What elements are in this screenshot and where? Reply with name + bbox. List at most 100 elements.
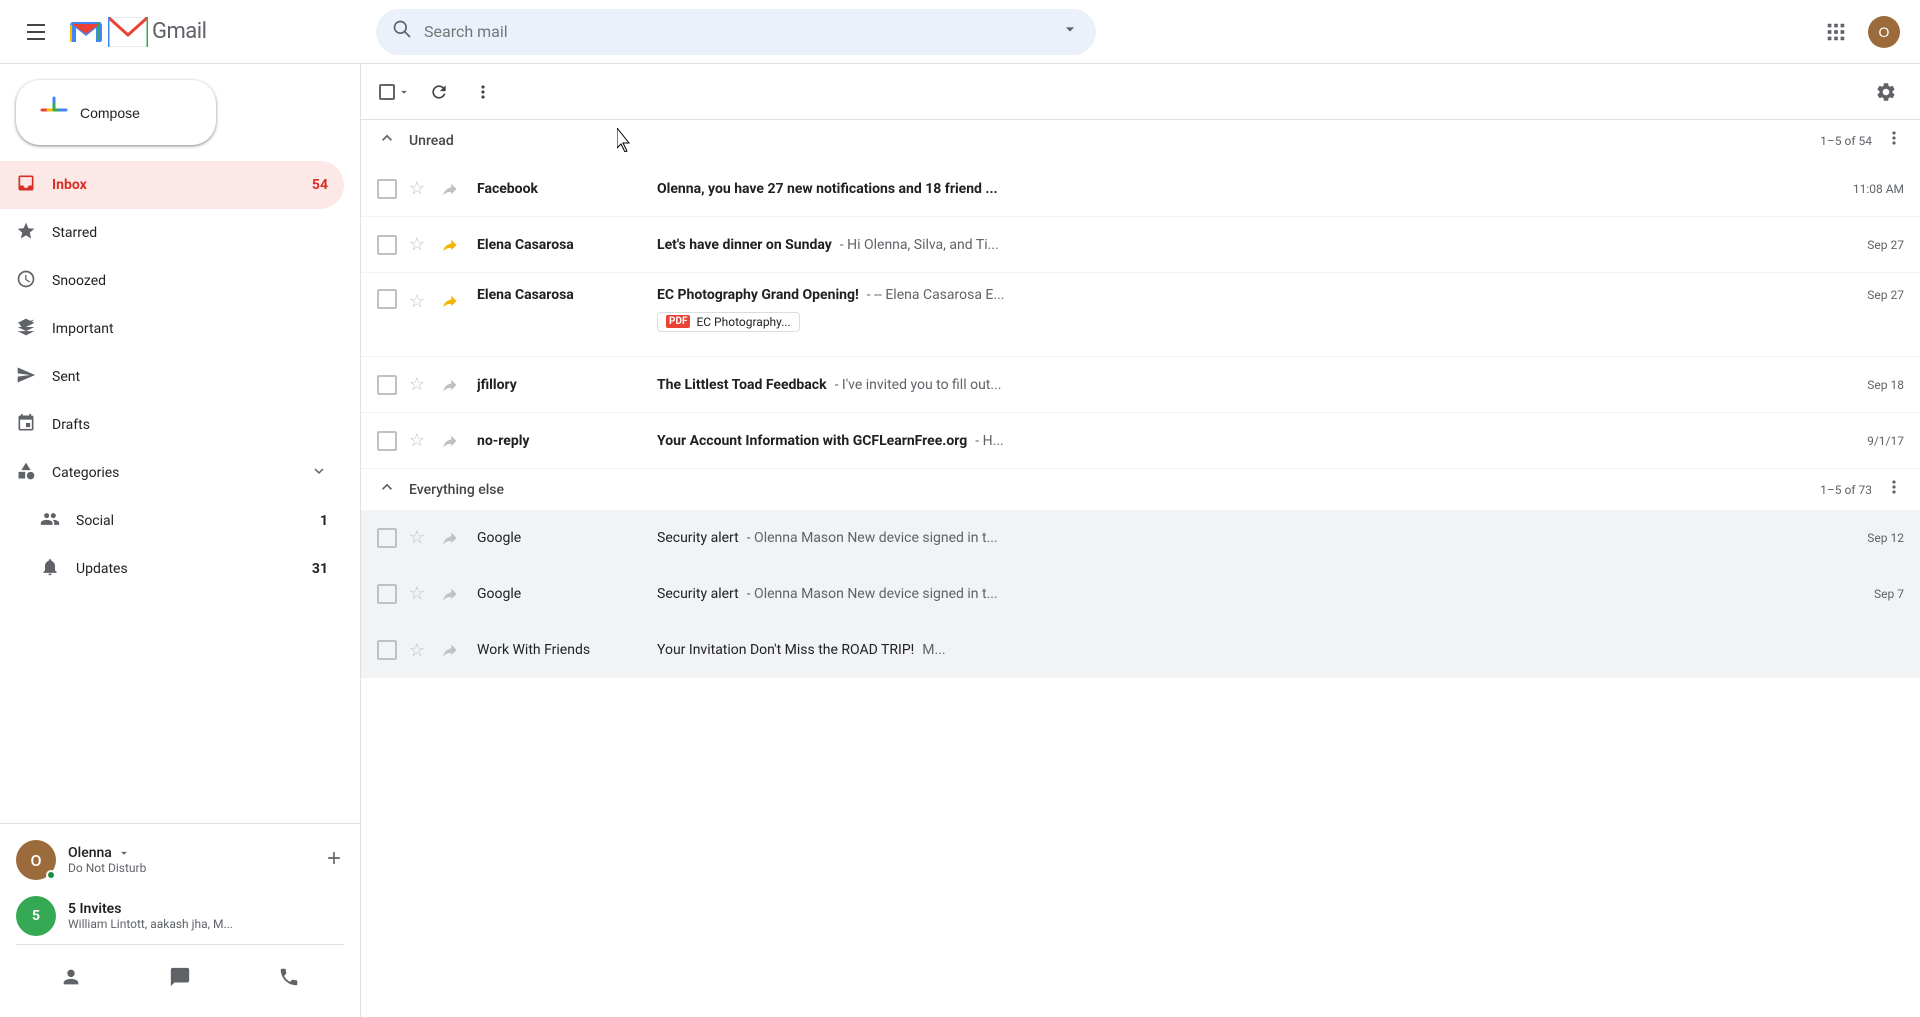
email-checkbox-1[interactable]	[377, 179, 397, 199]
refresh-button[interactable]	[421, 74, 457, 110]
sidebar-item-important[interactable]: Important	[0, 305, 344, 353]
invites-title: 5 Invites	[68, 901, 344, 917]
more-button[interactable]	[465, 74, 501, 110]
sidebar-item-starred[interactable]: Starred	[0, 209, 344, 257]
compose-button[interactable]: Compose	[16, 80, 216, 145]
apps-button[interactable]	[1816, 12, 1856, 52]
sidebar-item-categories[interactable]: Categories	[0, 449, 344, 497]
invites-avatar: 5	[16, 896, 56, 936]
unread-collapse-icon[interactable]	[377, 128, 397, 153]
email-sender-8: Work With Friends	[477, 642, 657, 658]
email-subject-8: Your Invitation Don't Miss the ROAD TRIP…	[657, 642, 914, 658]
account-button[interactable]: O	[1864, 12, 1904, 52]
menu-button[interactable]	[16, 12, 56, 52]
email-subject-5: Your Account Information with GCFLearnFr…	[657, 433, 967, 449]
star-button-4[interactable]: ☆	[405, 373, 429, 397]
email-checkbox-7[interactable]	[377, 584, 397, 604]
everything-else-collapse-icon[interactable]	[377, 477, 397, 502]
search-dropdown-icon[interactable]	[1060, 19, 1080, 44]
star-button-8[interactable]: ☆	[405, 638, 429, 662]
email-row[interactable]: ☆ Work With Friends Your Invitation Don'…	[361, 622, 1920, 678]
chat-button[interactable]	[125, 953, 234, 1001]
email-checkbox-8[interactable]	[377, 640, 397, 660]
categories-icon	[16, 461, 36, 486]
forward-button-6[interactable]	[437, 526, 461, 550]
clock-icon	[16, 269, 36, 294]
everything-else-section-header[interactable]: Everything else 1–5 of 73	[361, 469, 1920, 510]
email-checkbox-3[interactable]	[377, 289, 397, 309]
header: Gmail O	[0, 0, 1920, 64]
phone-button[interactable]	[235, 953, 344, 1001]
add-account-button[interactable]	[324, 848, 344, 873]
email-checkbox-2[interactable]	[377, 235, 397, 255]
invites-row[interactable]: 5 5 Invites William Lintott, aakash jha,…	[0, 888, 360, 944]
user-profile[interactable]: O Olenna Do Not Disturb	[0, 832, 360, 888]
email-time-7: Sep 7	[1874, 587, 1904, 601]
select-all-group	[377, 74, 413, 110]
email-sender-2: Elena Casarosa	[477, 237, 657, 253]
unread-more-icon[interactable]	[1884, 128, 1904, 153]
email-checkbox-6[interactable]	[377, 528, 397, 548]
star-button-7[interactable]: ☆	[405, 582, 429, 606]
sidebar-item-snoozed[interactable]: Snoozed	[0, 257, 344, 305]
email-checkbox-5[interactable]	[377, 431, 397, 451]
user-avatar: O	[16, 840, 56, 880]
star-button-5[interactable]: ☆	[405, 429, 429, 453]
star-button-1[interactable]: ☆	[405, 177, 429, 201]
email-checkbox-4[interactable]	[377, 375, 397, 395]
forward-button-4[interactable]	[437, 373, 461, 397]
forward-button-7[interactable]	[437, 582, 461, 606]
unread-count: 1–5 of 54	[1820, 134, 1872, 148]
sidebar-item-sent[interactable]: Sent	[0, 353, 344, 401]
sidebar-item-label-snoozed: Snoozed	[52, 273, 106, 289]
compose-label: Compose	[80, 105, 140, 121]
svg-text:O: O	[1879, 24, 1890, 40]
sidebar-item-updates[interactable]: Updates 31	[0, 545, 344, 593]
sidebar-item-social[interactable]: Social 1	[0, 497, 344, 545]
user-info: Olenna Do Not Disturb	[68, 845, 312, 875]
forward-button-3[interactable]	[437, 289, 461, 313]
email-subject-3: EC Photography Grand Opening!	[657, 287, 859, 303]
header-right: O	[1816, 12, 1904, 52]
attachment-chip[interactable]: PDF EC Photography...	[657, 312, 800, 332]
email-row[interactable]: ☆ jfillory The Littlest Toad Feedback - …	[361, 357, 1920, 413]
sidebar-item-label-drafts: Drafts	[52, 417, 90, 433]
email-row[interactable]: ☆ no-reply Your Account Information with…	[361, 413, 1920, 469]
sidebar-item-drafts[interactable]: Drafts	[0, 401, 344, 449]
email-content-2: Let's have dinner on Sunday - Hi Olenna,…	[657, 237, 1851, 253]
email-row[interactable]: ☆ Elena Casarosa Let's have dinner on Su…	[361, 217, 1920, 273]
header-left: Gmail	[16, 12, 376, 52]
sidebar-item-inbox[interactable]: Inbox 54	[0, 161, 344, 209]
email-snippet-5: - H...	[975, 433, 1003, 449]
settings-button[interactable]	[1868, 74, 1904, 110]
email-sender-4: jfillory	[477, 377, 657, 393]
everything-else-more-icon[interactable]	[1884, 477, 1904, 502]
main-layout: Compose Inbox 54 Starred Snoozed	[0, 64, 1920, 1017]
unread-section-header[interactable]: Unread 1–5 of 54	[361, 120, 1920, 161]
email-time-6: Sep 12	[1867, 531, 1904, 545]
sidebar-item-label-starred: Starred	[52, 225, 97, 241]
updates-badge: 31	[312, 561, 328, 577]
compose-plus-icon	[40, 96, 68, 129]
search-input[interactable]	[424, 22, 1048, 41]
forward-button-5[interactable]	[437, 429, 461, 453]
email-content-3: EC Photography Grand Opening! - -- Elena…	[657, 287, 1851, 303]
email-row[interactable]: ☆ Facebook Olenna, you have 27 new notif…	[361, 161, 1920, 217]
gmail-logo-icon	[108, 17, 148, 47]
email-sender-7: Google	[477, 586, 657, 602]
email-row[interactable]: ☆ Google Security alert - Olenna Mason N…	[361, 566, 1920, 622]
forward-button-8[interactable]	[437, 638, 461, 662]
select-all-checkbox[interactable]	[377, 74, 413, 110]
search-bar[interactable]	[376, 9, 1096, 55]
forward-button-2[interactable]	[437, 233, 461, 257]
forward-button-1[interactable]	[437, 177, 461, 201]
star-button-6[interactable]: ☆	[405, 526, 429, 550]
email-sender-3: Elena Casarosa	[477, 287, 657, 303]
invites-count: 5	[32, 908, 40, 924]
email-subject-4: The Littlest Toad Feedback	[657, 377, 827, 393]
email-row[interactable]: ☆ Elena Casarosa EC Photography Grand Op…	[361, 273, 1920, 357]
star-button-2[interactable]: ☆	[405, 233, 429, 257]
contacts-button[interactable]	[16, 953, 125, 1001]
star-button-3[interactable]: ☆	[405, 289, 429, 313]
email-row[interactable]: ☆ Google Security alert - Olenna Mason N…	[361, 510, 1920, 566]
